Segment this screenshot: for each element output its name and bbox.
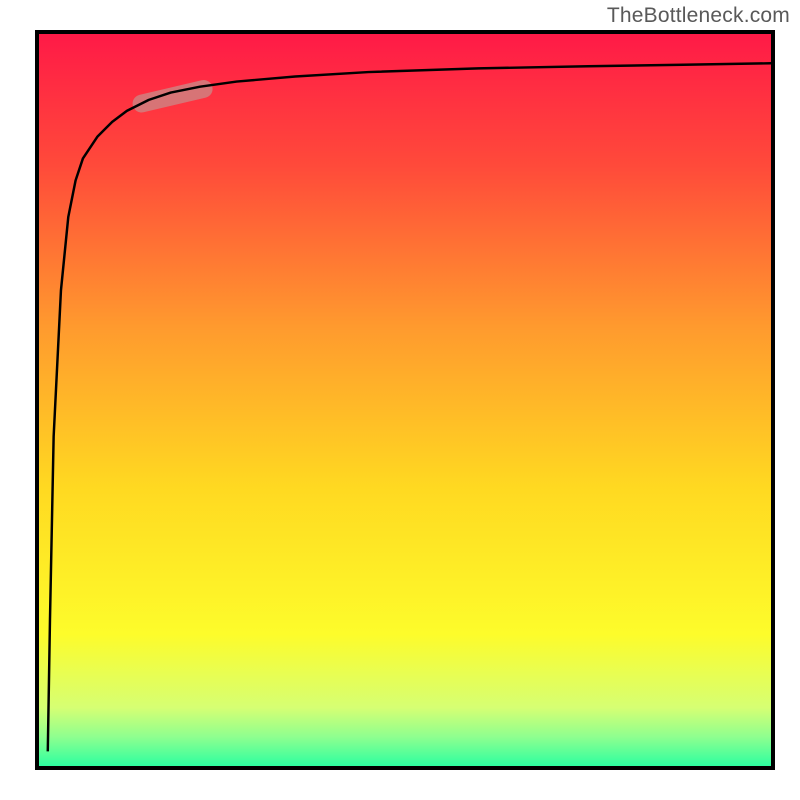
curve-layer: [39, 34, 771, 766]
plot-area: [35, 30, 775, 770]
watermark-text: TheBottleneck.com: [607, 4, 790, 28]
chart-frame: TheBottleneck.com: [0, 0, 800, 800]
main-curve: [48, 63, 771, 751]
